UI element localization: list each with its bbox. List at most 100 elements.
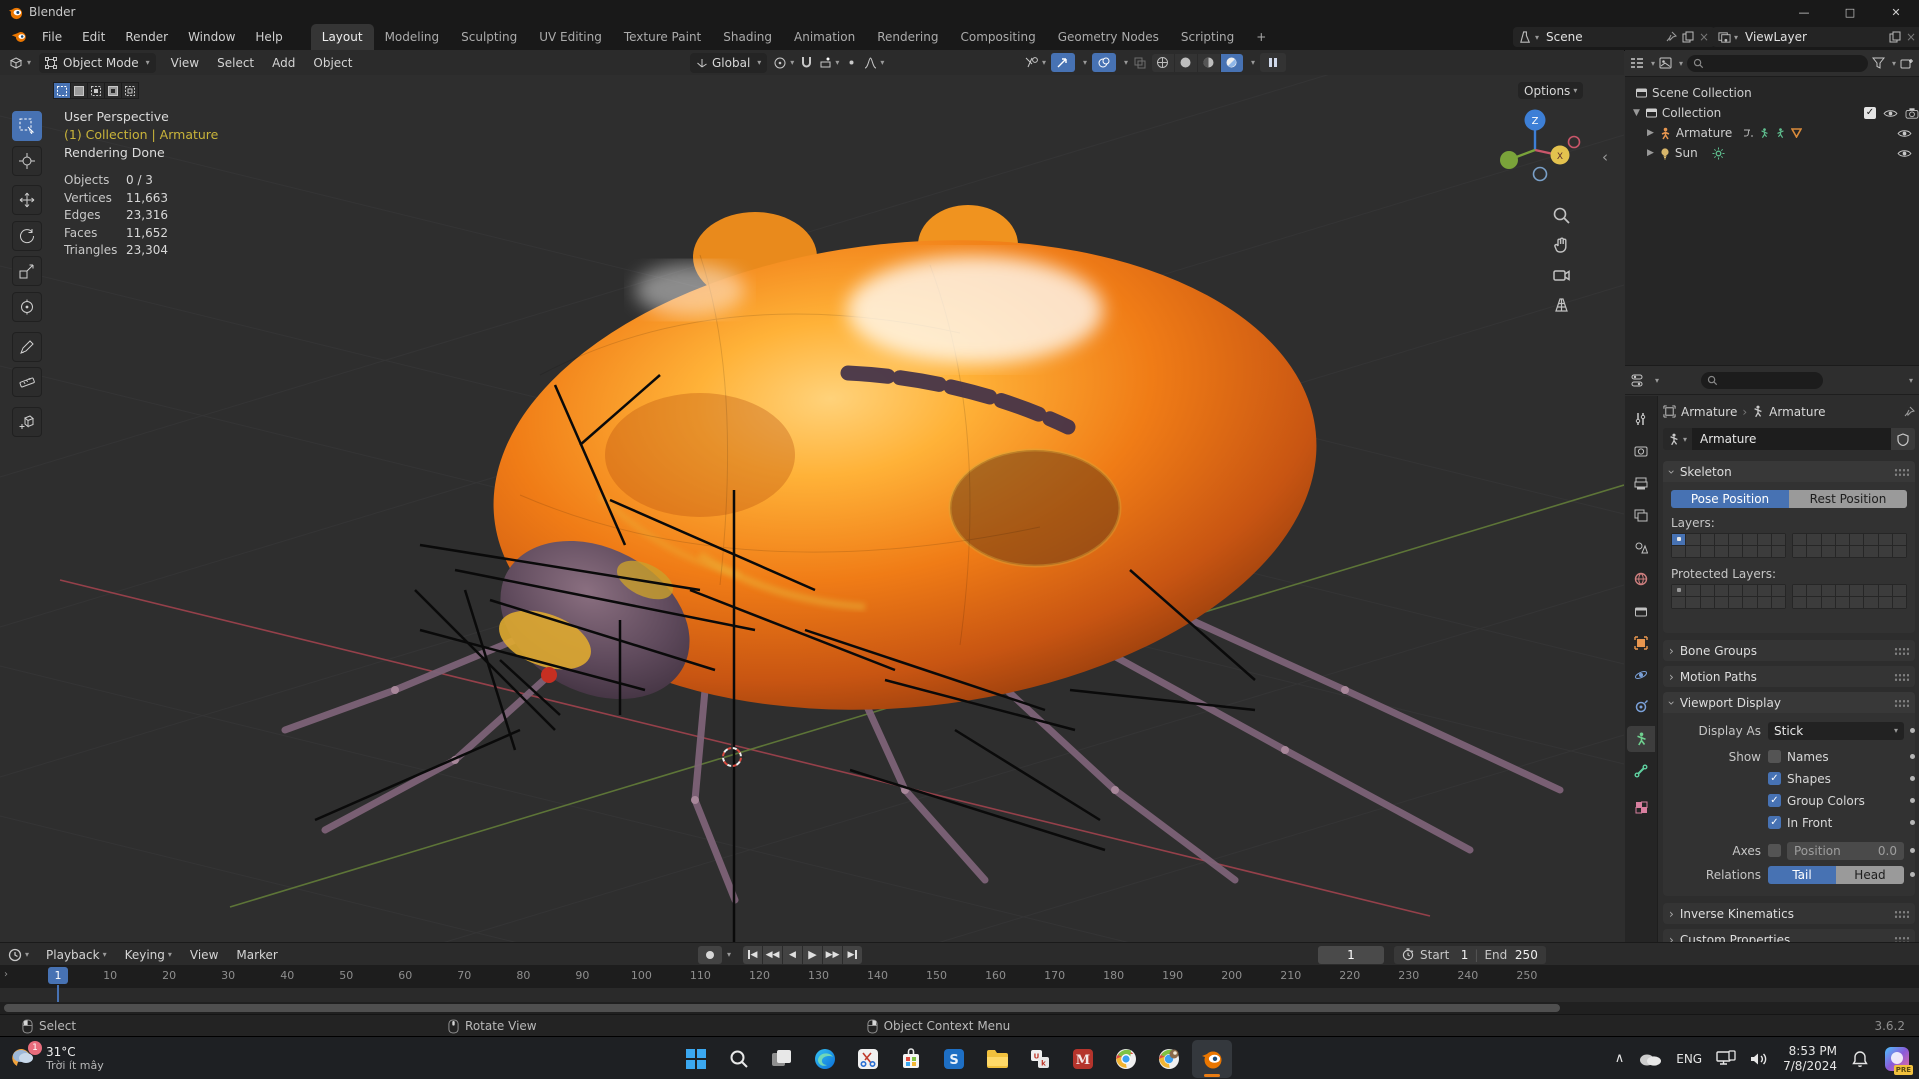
viewlayer-browse-chevron[interactable]: ▾ [1734, 33, 1738, 42]
menu-view[interactable]: View [162, 50, 208, 75]
start-button[interactable] [676, 1040, 716, 1078]
bone-layer-cell[interactable] [1729, 597, 1742, 608]
bone-layer-cell[interactable] [1793, 534, 1806, 545]
tab-geometry-nodes[interactable]: Geometry Nodes [1047, 24, 1170, 50]
bone-layer-cell[interactable] [1822, 597, 1835, 608]
viewport-3d-scene[interactable] [0, 75, 1624, 942]
m-app-icon[interactable]: M [1063, 1040, 1103, 1078]
bone-layer-cell[interactable] [1758, 534, 1771, 545]
new-viewlayer-icon[interactable] [1889, 31, 1901, 43]
bone-layer-cell[interactable] [1822, 534, 1835, 545]
bone-layer-cell[interactable] [1758, 546, 1771, 557]
bone-layer-cell[interactable] [1772, 585, 1785, 596]
in-front-checkbox[interactable] [1768, 816, 1781, 829]
bone-layer-cell[interactable] [1729, 534, 1742, 545]
bone-layer-cell[interactable] [1807, 546, 1820, 557]
bone-layer-cell[interactable] [1715, 546, 1728, 557]
bone-layer-cell[interactable] [1772, 597, 1785, 608]
ruler-frame-label[interactable]: 250 [1516, 969, 1537, 982]
tool-add-cube[interactable] [12, 407, 42, 437]
snipping-tool-icon[interactable] [848, 1040, 888, 1078]
menu-file[interactable]: File [32, 24, 72, 50]
bone-layer-cell[interactable] [1729, 546, 1742, 557]
bone-layer-cell[interactable] [1686, 534, 1699, 545]
proportional-editing-toggle[interactable] [845, 56, 858, 69]
region-expand-arrow[interactable]: › [4, 969, 8, 980]
bone-layer-cell[interactable] [1715, 585, 1728, 596]
timeline-editor-icon[interactable]: ▾ [8, 948, 29, 962]
search-button[interactable] [719, 1040, 759, 1078]
bone-layer-cell[interactable] [1758, 597, 1771, 608]
play-reverse-button[interactable]: ◀ [783, 946, 802, 964]
menu-edit[interactable]: Edit [72, 24, 115, 50]
select-intersect-button[interactable] [121, 82, 139, 99]
select-circle-button[interactable] [87, 82, 105, 99]
bone-layer-cell[interactable] [1793, 546, 1806, 557]
bone-layer-cell[interactable] [1772, 546, 1785, 557]
disable-render-camera-icon[interactable] [1905, 107, 1919, 119]
tab-collection-props[interactable] [1627, 598, 1655, 624]
bone-layer-cell[interactable] [1729, 585, 1742, 596]
tab-texture[interactable] [1627, 794, 1655, 820]
keying-set-chevron[interactable]: ▾ [727, 950, 731, 959]
bone-layer-cell[interactable] [1743, 597, 1756, 608]
panel-grip[interactable] [1894, 673, 1909, 681]
viewport-display-header[interactable]: ›Viewport Display [1663, 692, 1915, 713]
animate-dot[interactable] [1910, 872, 1915, 877]
bone-layer-cell[interactable] [1893, 597, 1906, 608]
maximize-button[interactable]: □ [1827, 0, 1873, 24]
minimize-button[interactable]: — [1781, 0, 1827, 24]
ruler-frame-label[interactable]: 240 [1457, 969, 1478, 982]
file-explorer-icon[interactable] [977, 1040, 1017, 1078]
bone-layer-cell[interactable] [1807, 534, 1820, 545]
filter-funnel-icon[interactable] [1872, 57, 1885, 69]
chrome-profile-icon[interactable] [1149, 1040, 1189, 1078]
outliner-row-collection[interactable]: ▼ Collection ✓ [1625, 103, 1919, 123]
ruler-frame-label[interactable]: 160 [985, 969, 1006, 982]
ruler-frame-label[interactable]: 180 [1103, 969, 1124, 982]
bone-layer-cell[interactable] [1864, 597, 1877, 608]
pause-render-button[interactable] [1260, 53, 1286, 72]
bone-layer-cell[interactable] [1758, 585, 1771, 596]
animate-dot[interactable] [1910, 754, 1915, 759]
jump-to-start-button[interactable]: ◀ [743, 946, 762, 964]
ruler-frame-label[interactable]: 40 [280, 969, 294, 982]
bone-layer-cell[interactable] [1864, 534, 1877, 545]
timeline-menu-playback[interactable]: Playback▾ [37, 942, 116, 967]
start-frame-field[interactable]: Start 1 [1420, 948, 1468, 962]
fake-user-shield-button[interactable] [1891, 428, 1915, 450]
bone-layer-cell[interactable] [1701, 585, 1714, 596]
onedrive-icon[interactable] [1638, 1051, 1662, 1066]
ruler-frame-label[interactable]: 10 [103, 969, 117, 982]
bone-layer-cell[interactable] [1701, 534, 1714, 545]
pose-position-button[interactable]: Pose Position [1671, 490, 1789, 508]
tool-scale[interactable] [12, 256, 42, 286]
add-workspace-button[interactable]: + [1245, 24, 1277, 50]
tab-object-data[interactable] [1627, 726, 1655, 752]
tab-animation[interactable]: Animation [783, 24, 866, 50]
remove-viewlayer-icon[interactable]: × [1906, 30, 1916, 44]
tab-scene[interactable] [1627, 534, 1655, 560]
bone-layer-cell[interactable] [1715, 597, 1728, 608]
breadcrumb-data-name[interactable]: Armature [1769, 405, 1825, 419]
tool-rotate[interactable] [12, 221, 42, 251]
auto-keying-record-button[interactable] [698, 946, 722, 964]
properties-search-input[interactable] [1701, 372, 1823, 389]
unikey-icon[interactable]: Uk [1020, 1040, 1060, 1078]
ruler-frame-label[interactable]: 150 [926, 969, 947, 982]
outliner-row-armature[interactable]: ▶ Armature [1625, 123, 1919, 143]
bone-layer-cell[interactable] [1893, 585, 1906, 596]
outliner-search-input[interactable] [1687, 55, 1868, 72]
timeline-menu-view[interactable]: View [181, 942, 227, 967]
panel-grip[interactable] [1894, 468, 1909, 476]
breadcrumb-object-name[interactable]: Armature [1681, 405, 1737, 419]
selectability-visibility-dropdown[interactable]: ▾ [1024, 56, 1046, 69]
timeline-menu-keying[interactable]: Keying▾ [116, 942, 181, 967]
bone-layer-cell[interactable] [1672, 546, 1685, 557]
bone-layer-cell[interactable] [1743, 534, 1756, 545]
next-keyframe-button[interactable]: ▶▶ [823, 946, 842, 964]
gizmos-dropdown[interactable]: ▾ [1080, 58, 1087, 67]
bone-layer-cell[interactable] [1864, 585, 1877, 596]
xray-toggle[interactable] [1133, 56, 1147, 70]
ruler-frame-label[interactable]: 60 [398, 969, 412, 982]
